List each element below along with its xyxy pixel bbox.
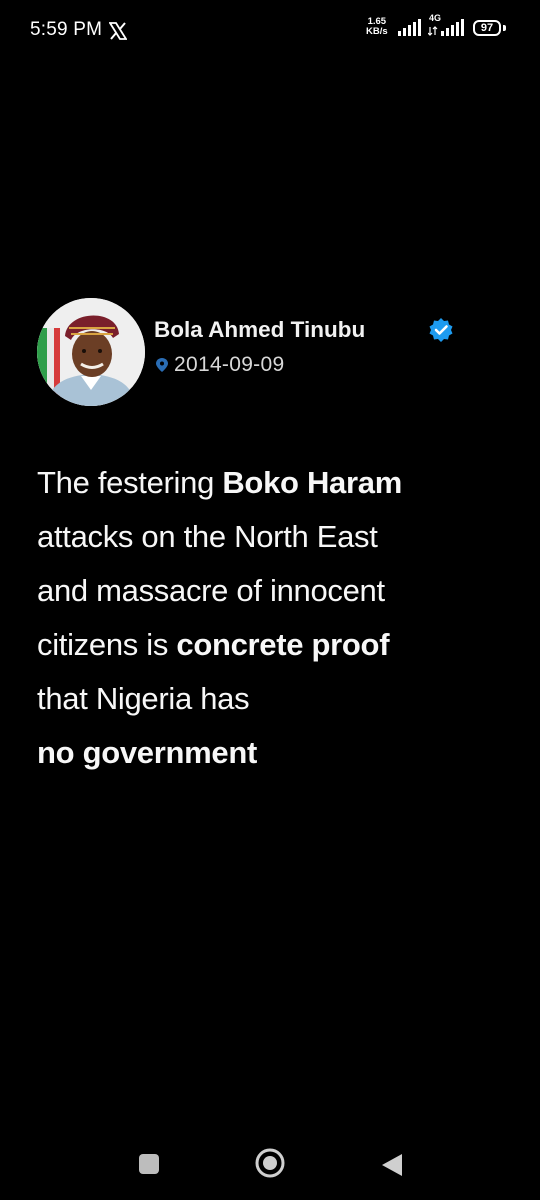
location-pin-icon [156,358,168,372]
home-circle-icon[interactable] [254,1147,286,1179]
signal-icon [398,19,421,36]
navigation-bar [0,1135,540,1195]
tweet-text-segment: and massacre of innocent [37,573,385,608]
signal-4g-icon [428,19,464,36]
tweet-text-emphasis: no government [37,735,258,770]
author-name[interactable]: Bola Ahmed Tinubu [154,317,365,343]
status-bar: 5:59 PM 1.65 KB/s 4G 97 [0,0,540,60]
battery-terminal [503,25,506,31]
tweet-line-6: no government [37,726,517,780]
battery-icon: 97 [473,20,501,36]
tweet-text-emphasis: concrete proof [176,627,390,662]
avatar[interactable] [37,298,145,406]
tweet-header: Bola Ahmed Tinubu 2014-09-09 [37,298,507,408]
net-speed: 1.65 KB/s [366,17,388,37]
tweet-line-1: The festering Boko Haram [37,456,517,510]
tweet-text-segment: The festering [37,465,223,500]
net-speed-unit: KB/s [366,26,388,37]
recents-square-icon[interactable] [139,1154,159,1174]
tweet-line-3: and massacre of innocent [37,564,517,618]
tweet-text-segment: attacks on the North East [37,519,378,554]
tweet-text: The festering Boko Haram attacks on the … [37,456,517,780]
tweet-text-segment: citizens is [37,627,177,662]
status-time: 5:59 PM [30,19,103,40]
tweet-line-4: citizens is concrete proof [37,618,517,672]
x-logo-icon [109,22,127,40]
tweet-text-emphasis: Boko Haram [222,465,402,500]
back-triangle-icon[interactable] [380,1152,404,1178]
post-date: 2014-09-09 [174,353,285,376]
tweet-line-5: that Nigeria has [37,672,517,726]
tweet-line-2: attacks on the North East [37,510,517,564]
tweet-text-segment: that Nigeria has [37,681,250,716]
avatar-portrait-icon [37,298,145,406]
verified-badge-icon [429,318,453,342]
